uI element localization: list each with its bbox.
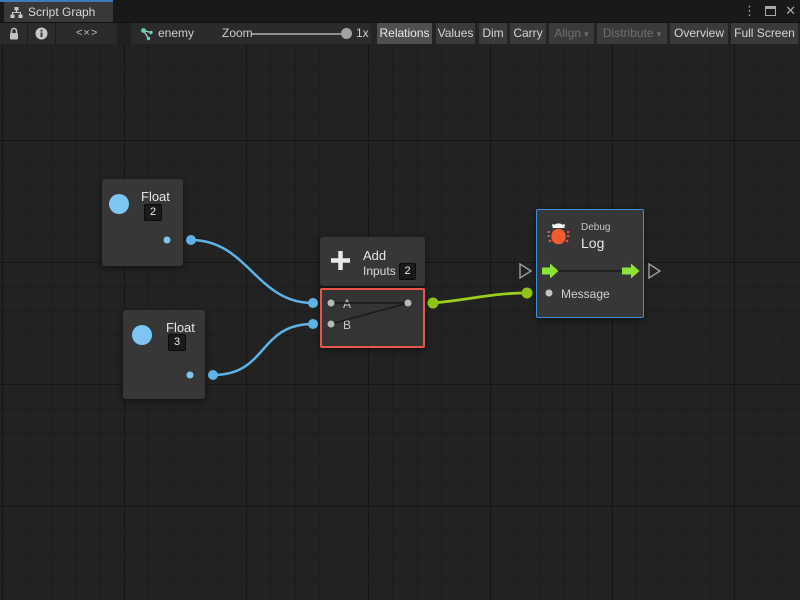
graph-canvas[interactable]: Float 2 Float 3 Add Inputs 2 A B: [0, 44, 800, 600]
wire-add-to-debug-message[interactable]: [433, 293, 527, 303]
overview-button[interactable]: Overview: [670, 23, 728, 44]
tab-script-graph[interactable]: Script Graph: [4, 2, 113, 22]
float-node-b[interactable]: Float 3: [123, 310, 205, 399]
menu-icon[interactable]: ⋮: [743, 0, 756, 22]
node-title: Add: [363, 248, 386, 263]
add-node-body-highlighted[interactable]: A B: [320, 288, 425, 348]
wire-endpoint-dot: [522, 288, 533, 299]
fullscreen-button[interactable]: Full Screen: [731, 23, 798, 44]
zoom-slider-track[interactable]: [252, 33, 341, 35]
bug-icon: [545, 220, 572, 247]
node-title: Float: [166, 320, 195, 335]
inputs-label: Inputs: [363, 264, 396, 278]
code-view-icon[interactable]: <×>: [76, 23, 98, 44]
graph-name-label[interactable]: enemy: [158, 23, 194, 44]
inputs-count-input[interactable]: 2: [399, 263, 416, 280]
lock-icon[interactable]: [8, 27, 20, 44]
maximize-icon[interactable]: [765, 6, 776, 16]
float-node-a[interactable]: Float 2: [102, 179, 183, 266]
values-button[interactable]: Values: [436, 23, 475, 44]
distribute-dropdown[interactable]: Distribute: [597, 23, 667, 44]
graph-hierarchy-icon: [10, 6, 23, 19]
tab-title: Script Graph: [28, 5, 95, 19]
graph-reference-icon: [140, 27, 154, 44]
node-title: Log: [581, 235, 604, 251]
window-controls: ⋮ ✕: [743, 0, 796, 22]
float-type-icon: [109, 194, 129, 214]
plus-icon: [330, 250, 351, 271]
script-graph-window: Script Graph ⋮ ✕ <×>: [0, 0, 800, 600]
wire-endpoint-dot: [208, 370, 218, 380]
dim-button[interactable]: Dim: [479, 23, 507, 44]
info-icon[interactable]: [35, 27, 48, 43]
relations-button[interactable]: Relations: [377, 23, 432, 44]
wire-endpoint-dot: [308, 298, 318, 308]
graph-toolbar: <×> enemy Zoom 1x Relations Values Dim C…: [0, 22, 800, 44]
float-value-input[interactable]: 2: [144, 204, 162, 221]
message-port-label: Message: [561, 287, 610, 301]
float-value-input[interactable]: 3: [168, 334, 186, 351]
wire-endpoint-dot: [308, 319, 318, 329]
debug-log-node-selected[interactable]: Debug Log Message: [536, 209, 644, 318]
zoom-value: 1x: [356, 23, 369, 44]
wire-endpoint-dot: [428, 298, 439, 309]
port-a-label: A: [343, 297, 351, 311]
zoom-slider-handle[interactable]: [341, 28, 352, 39]
port-b-label: B: [343, 318, 351, 332]
wire-float-a-to-add-a[interactable]: [191, 240, 313, 303]
flow-entry-triangle-icon: [520, 264, 531, 278]
node-category: Debug: [581, 222, 610, 233]
float-type-icon: [132, 325, 152, 345]
zoom-label: Zoom: [222, 23, 253, 44]
carry-button[interactable]: Carry: [510, 23, 546, 44]
add-node-header[interactable]: Add Inputs 2: [320, 237, 425, 286]
wire-endpoint-dot: [186, 235, 196, 245]
wire-float-b-to-add-b[interactable]: [213, 324, 313, 375]
node-title: Float: [141, 189, 170, 204]
flow-exit-triangle-icon: [649, 264, 660, 278]
align-dropdown[interactable]: Align: [549, 23, 594, 44]
tab-bar: Script Graph ⋮ ✕: [0, 0, 800, 22]
close-icon[interactable]: ✕: [785, 0, 796, 22]
